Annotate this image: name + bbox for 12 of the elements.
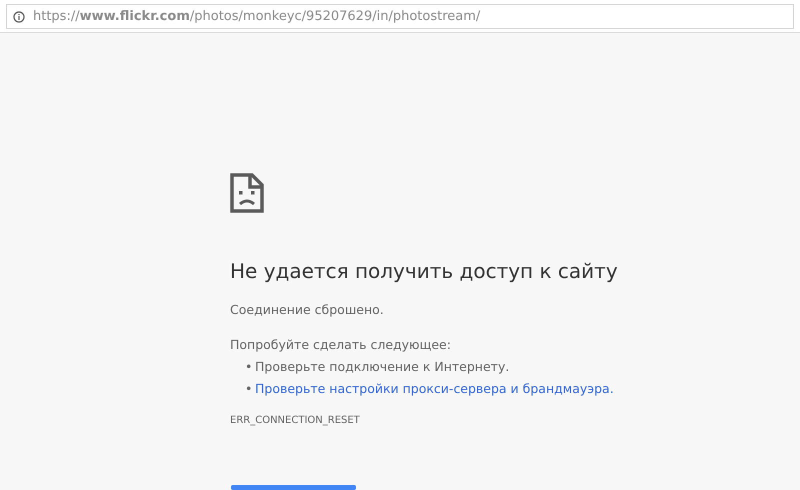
proxy-settings-link[interactable]: Проверьте настройки прокси-сервера и брандмауэра.	[255, 381, 614, 396]
error-message: Соединение сброшено.	[230, 301, 385, 319]
bullet: •	[245, 358, 254, 376]
info-icon[interactable]	[13, 10, 25, 22]
error-code: ERR_CONNECTION_RESET	[230, 414, 361, 428]
suggestion-text: Проверьте подключение к Интернету.	[255, 358, 510, 374]
address-bar[interactable]: https://www.flickr.com/photos/monkeyc/95207629/in/photostream/	[6, 4, 794, 29]
url-text: https://www.flickr.com/photos/monkeyc/95207629/in/photostream/	[33, 8, 480, 26]
suggestions-heading: Попробуйте сделать следующее:	[230, 336, 452, 354]
sad-page-icon	[230, 173, 264, 213]
bullet: •	[245, 380, 254, 398]
error-title: Не удается получить доступ к сайту	[230, 259, 619, 283]
